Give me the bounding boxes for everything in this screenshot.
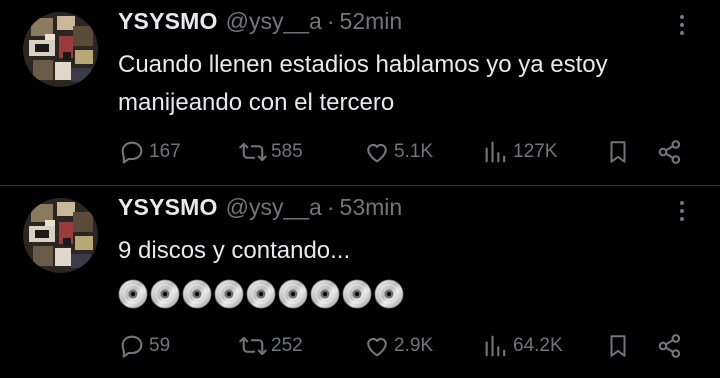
repost-button[interactable]: 585: [238, 137, 303, 167]
like-count: 2.9K: [394, 335, 434, 356]
reply-icon: [121, 141, 143, 164]
optical-disc-emoji: [214, 279, 244, 309]
tweet-text: Cuando llenen estadios hablamos yo ya es…: [118, 51, 615, 116]
tweet-actions: 59 252 2.9K 64.2K: [118, 331, 698, 361]
display-name[interactable]: YSYSMO: [118, 8, 218, 35]
repost-icon: [239, 336, 267, 356]
reply-count: 167: [149, 141, 181, 162]
like-button[interactable]: 5.1K: [363, 137, 433, 167]
repost-button[interactable]: 252: [238, 331, 303, 361]
tweet-header: YSYSMO @ysy__a · 52min: [118, 8, 402, 38]
optical-disc-emoji: [374, 279, 404, 309]
views-button[interactable]: 127K: [482, 137, 557, 167]
tweet[interactable]: YSYSMO @ysy__a · 53min 9 discos y contan…: [0, 186, 720, 378]
separator-dot: ·: [326, 194, 335, 220]
like-icon: [367, 337, 387, 357]
reply-count: 59: [149, 335, 171, 356]
timeline-feed: YSYSMO @ysy__a · 52min Cuando llenen est…: [0, 0, 720, 378]
bookmark-button[interactable]: [605, 137, 631, 167]
optical-disc-emoji: [278, 279, 308, 309]
bookmark-button[interactable]: [605, 331, 631, 361]
reply-button[interactable]: 59: [118, 331, 170, 361]
repost-count: 252: [271, 335, 303, 356]
like-button[interactable]: 2.9K: [363, 331, 433, 361]
timestamp[interactable]: 52min: [340, 8, 403, 35]
optical-disc-emoji: [342, 279, 372, 309]
tweet-header: YSYSMO @ysy__a · 53min: [118, 194, 402, 224]
repost-count: 585: [271, 141, 303, 162]
share-icon: [658, 334, 681, 358]
views-icon: [485, 141, 506, 163]
share-button[interactable]: [656, 137, 684, 167]
username-handle[interactable]: @ysy__a: [226, 194, 322, 221]
display-name[interactable]: YSYSMO: [118, 194, 218, 221]
tweet-text: 9 discos y contando...: [118, 237, 351, 264]
share-icon: [658, 140, 681, 164]
views-button[interactable]: 64.2K: [482, 331, 563, 361]
share-button[interactable]: [656, 331, 684, 361]
like-count: 5.1K: [394, 141, 434, 162]
more-options-icon[interactable]: [670, 12, 694, 38]
avatar[interactable]: [23, 198, 98, 273]
emoji-row: [118, 279, 404, 309]
optical-disc-emoji: [182, 279, 212, 309]
separator-dot: ·: [326, 8, 335, 34]
timestamp[interactable]: 53min: [340, 194, 403, 221]
views-icon: [485, 335, 506, 357]
avatar[interactable]: [23, 12, 98, 87]
bookmark-icon: [610, 335, 626, 357]
reply-button[interactable]: 167: [118, 137, 181, 167]
like-icon: [367, 143, 387, 163]
tweet[interactable]: YSYSMO @ysy__a · 52min Cuando llenen est…: [0, 0, 720, 185]
optical-disc-emoji: [150, 279, 180, 309]
optical-disc-emoji: [246, 279, 276, 309]
username-handle[interactable]: @ysy__a: [226, 8, 322, 35]
reply-icon: [121, 335, 143, 358]
more-options-icon[interactable]: [670, 198, 694, 224]
optical-disc-emoji: [118, 279, 148, 309]
bookmark-icon: [610, 141, 626, 163]
tweet-actions: 167 585 5.1K 127K: [118, 137, 698, 167]
views-count: 64.2K: [513, 335, 563, 356]
views-count: 127K: [513, 141, 558, 162]
repost-icon: [239, 142, 267, 162]
optical-disc-emoji: [310, 279, 340, 309]
